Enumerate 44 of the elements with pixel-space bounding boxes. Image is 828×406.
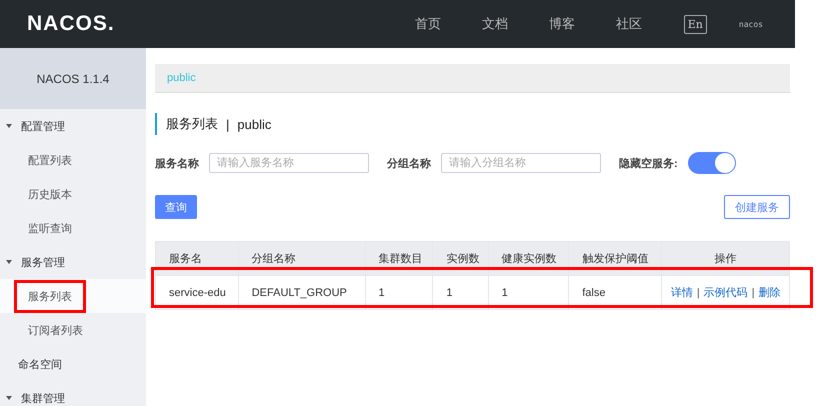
- column-header: 操作: [662, 242, 790, 276]
- title-separator: |: [226, 116, 230, 132]
- column-header: 服务名: [156, 242, 238, 276]
- sidebar-item[interactable]: 配置列表: [14, 144, 86, 176]
- sidebar-item[interactable]: 历史版本: [14, 178, 86, 210]
- logo[interactable]: NACOS.: [27, 12, 115, 36]
- group-label[interactable]: 服务管理: [21, 254, 65, 270]
- field-label: 分组名称: [387, 156, 431, 170]
- link-separator: |: [752, 287, 755, 299]
- group-label[interactable]: 配置管理: [21, 118, 65, 134]
- column-header: 触发保护阈值: [568, 242, 662, 276]
- column-header: 健康实例数: [488, 242, 569, 276]
- table-cell: 1: [488, 276, 569, 310]
- sidebar-item[interactable]: 服务列表: [14, 280, 86, 312]
- nav-link[interactable]: 首页: [414, 15, 441, 33]
- language-button[interactable]: En: [684, 14, 707, 34]
- sidebar-item[interactable]: 订阅者列表: [14, 314, 97, 346]
- action-link[interactable]: 示例代码: [704, 287, 748, 299]
- action-link[interactable]: 详情: [670, 287, 693, 299]
- table-cell: 1: [432, 276, 488, 310]
- user-name[interactable]: nacos: [738, 20, 763, 28]
- table-cell: DEFAULT_GROUP: [238, 276, 366, 310]
- nav-link[interactable]: 社区: [616, 15, 642, 33]
- action-link[interactable]: 删除: [758, 287, 781, 299]
- input-field[interactable]: 请输入服务名称: [209, 153, 369, 173]
- input-field[interactable]: 请输入分组名称: [441, 153, 601, 173]
- link-separator: |: [696, 287, 700, 299]
- sidebar-item[interactable]: 监听查询: [14, 212, 86, 244]
- sidebar-title: NACOS 1.1.4: [36, 72, 110, 86]
- column-header: 分组名称: [238, 242, 366, 276]
- nav-link[interactable]: 博客: [548, 15, 575, 33]
- nav-link[interactable]: 文档: [482, 15, 508, 33]
- field-label: 服务名称: [155, 156, 199, 170]
- switch-label: 隐藏空服务:: [619, 156, 678, 170]
- namespace-name: public: [237, 116, 272, 132]
- table-cell: false: [568, 276, 662, 310]
- group-label[interactable]: 集群管理: [21, 390, 65, 406]
- table-cell: service-edu: [156, 276, 238, 310]
- column-header: 集群数目: [365, 242, 433, 276]
- page-title: 服务列表: [166, 115, 218, 133]
- toggle-switch[interactable]: [688, 152, 736, 174]
- create-service-button[interactable]: 创建服务: [724, 195, 790, 219]
- sidebar-item[interactable]: 命名空间: [0, 347, 146, 381]
- table-cell: 1: [365, 276, 433, 310]
